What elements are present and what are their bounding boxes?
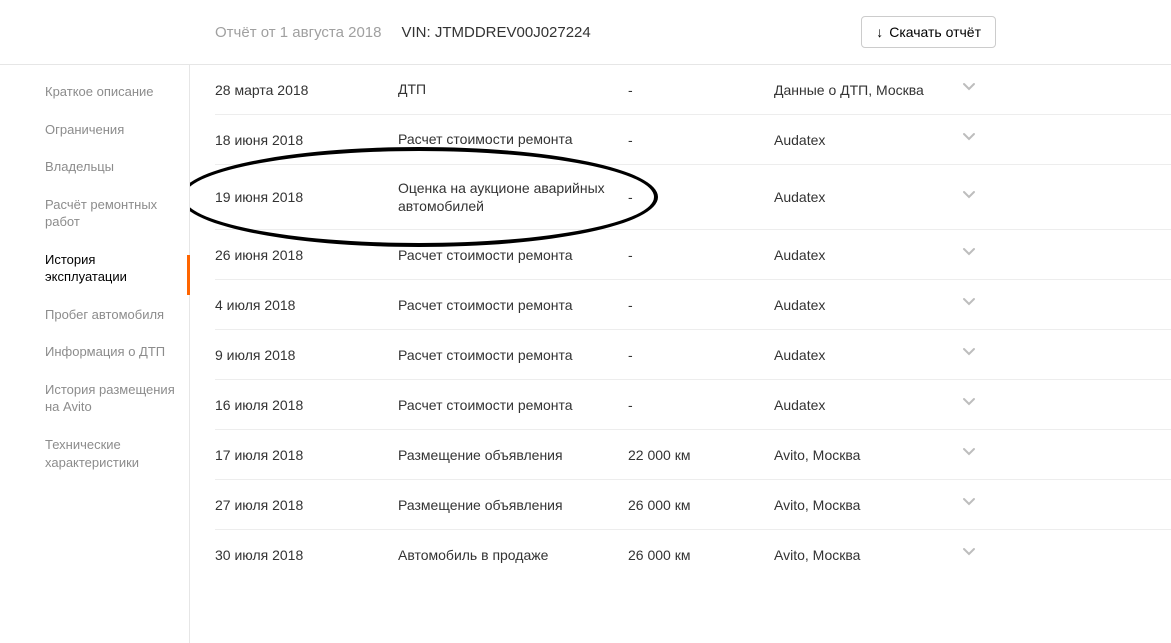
cell-date: 26 июня 2018: [215, 247, 398, 263]
cell-mileage: -: [628, 397, 774, 413]
table-row[interactable]: 4 июля 2018 Расчет стоимости ремонта - A…: [215, 280, 1171, 330]
cell-event: Расчет стоимости ремонта: [398, 296, 628, 314]
expand-icon[interactable]: [954, 244, 984, 265]
sidebar-item-history[interactable]: История эксплуатации: [45, 251, 189, 286]
sidebar-item-repair-calc[interactable]: Расчёт ремонтных работ: [45, 196, 189, 231]
cell-mileage: -: [628, 347, 774, 363]
cell-source: Avito, Москва: [774, 497, 954, 513]
cell-date: 19 июня 2018: [215, 189, 398, 205]
cell-source: Audatex: [774, 189, 954, 205]
cell-mileage: -: [628, 132, 774, 148]
cell-date: 30 июля 2018: [215, 547, 398, 563]
cell-mileage: -: [628, 82, 774, 98]
cell-mileage: 26 000 км: [628, 547, 774, 563]
cell-date: 18 июня 2018: [215, 132, 398, 148]
expand-icon[interactable]: [954, 187, 984, 208]
cell-event: ДТП: [398, 80, 628, 98]
table-row[interactable]: 19 июня 2018 Оценка на аукционе аварийны…: [215, 165, 1171, 230]
cell-date: 4 июля 2018: [215, 297, 398, 313]
download-label: Скачать отчёт: [889, 24, 981, 40]
cell-mileage: 22 000 км: [628, 447, 774, 463]
expand-icon[interactable]: [954, 444, 984, 465]
expand-icon[interactable]: [954, 544, 984, 565]
cell-source: Audatex: [774, 132, 954, 148]
cell-source: Данные о ДТП, Москва: [774, 82, 954, 98]
table-row[interactable]: 9 июля 2018 Расчет стоимости ремонта - A…: [215, 330, 1171, 380]
cell-event: Расчет стоимости ремонта: [398, 396, 628, 414]
cell-date: 16 июля 2018: [215, 397, 398, 413]
expand-icon[interactable]: [954, 494, 984, 515]
cell-mileage: -: [628, 189, 774, 205]
sidebar: Краткое описание Ограничения Владельцы Р…: [0, 65, 190, 643]
table-row[interactable]: 27 июля 2018 Размещение объявления 26 00…: [215, 480, 1171, 530]
download-icon: ↓: [876, 24, 883, 40]
main-layout: Краткое описание Ограничения Владельцы Р…: [0, 65, 1171, 643]
cell-date: 9 июля 2018: [215, 347, 398, 363]
expand-icon[interactable]: [954, 394, 984, 415]
cell-source: Audatex: [774, 297, 954, 313]
cell-event: Расчет стоимости ремонта: [398, 346, 628, 364]
expand-icon[interactable]: [954, 344, 984, 365]
sidebar-item-tech-specs[interactable]: Технические характеристики: [45, 436, 189, 471]
cell-source: Avito, Москва: [774, 547, 954, 563]
header-bar: Отчёт от 1 августа 2018 VIN: JTMDDREV00J…: [0, 0, 1171, 65]
cell-source: Audatex: [774, 347, 954, 363]
cell-mileage: -: [628, 297, 774, 313]
sidebar-item-owners[interactable]: Владельцы: [45, 158, 189, 176]
table-row[interactable]: 30 июля 2018 Автомобиль в продаже 26 000…: [215, 530, 1171, 579]
cell-mileage: -: [628, 247, 774, 263]
table-row[interactable]: 28 марта 2018 ДТП - Данные о ДТП, Москва: [215, 65, 1171, 115]
cell-event: Размещение объявления: [398, 496, 628, 514]
expand-icon[interactable]: [954, 79, 984, 100]
cell-source: Audatex: [774, 247, 954, 263]
expand-icon[interactable]: [954, 294, 984, 315]
table-row[interactable]: 17 июля 2018 Размещение объявления 22 00…: [215, 430, 1171, 480]
download-report-button[interactable]: ↓ Скачать отчёт: [861, 16, 996, 48]
history-table: 28 марта 2018 ДТП - Данные о ДТП, Москва…: [190, 65, 1171, 643]
cell-event: Автомобиль в продаже: [398, 546, 628, 564]
sidebar-item-restrictions[interactable]: Ограничения: [45, 121, 189, 139]
cell-event: Оценка на аукционе аварийных автомобилей: [398, 179, 628, 215]
table-row[interactable]: 18 июня 2018 Расчет стоимости ремонта - …: [215, 115, 1171, 165]
cell-event: Расчет стоимости ремонта: [398, 130, 628, 148]
sidebar-item-accident-info[interactable]: Информация о ДТП: [45, 343, 189, 361]
vin-label: VIN: JTMDDREV00J027224: [402, 24, 591, 41]
cell-event: Размещение объявления: [398, 446, 628, 464]
cell-source: Audatex: [774, 397, 954, 413]
sidebar-item-summary[interactable]: Краткое описание: [45, 83, 189, 101]
cell-mileage: 26 000 км: [628, 497, 774, 513]
sidebar-item-mileage[interactable]: Пробег автомобиля: [45, 306, 189, 324]
cell-source: Avito, Москва: [774, 447, 954, 463]
table-row[interactable]: 26 июня 2018 Расчет стоимости ремонта - …: [215, 230, 1171, 280]
cell-date: 28 марта 2018: [215, 82, 398, 98]
table-row[interactable]: 16 июля 2018 Расчет стоимости ремонта - …: [215, 380, 1171, 430]
report-date: Отчёт от 1 августа 2018: [215, 24, 382, 41]
cell-event: Расчет стоимости ремонта: [398, 246, 628, 264]
sidebar-item-avito-history[interactable]: История размещения на Avito: [45, 381, 189, 416]
expand-icon[interactable]: [954, 129, 984, 150]
cell-date: 17 июля 2018: [215, 447, 398, 463]
cell-date: 27 июля 2018: [215, 497, 398, 513]
